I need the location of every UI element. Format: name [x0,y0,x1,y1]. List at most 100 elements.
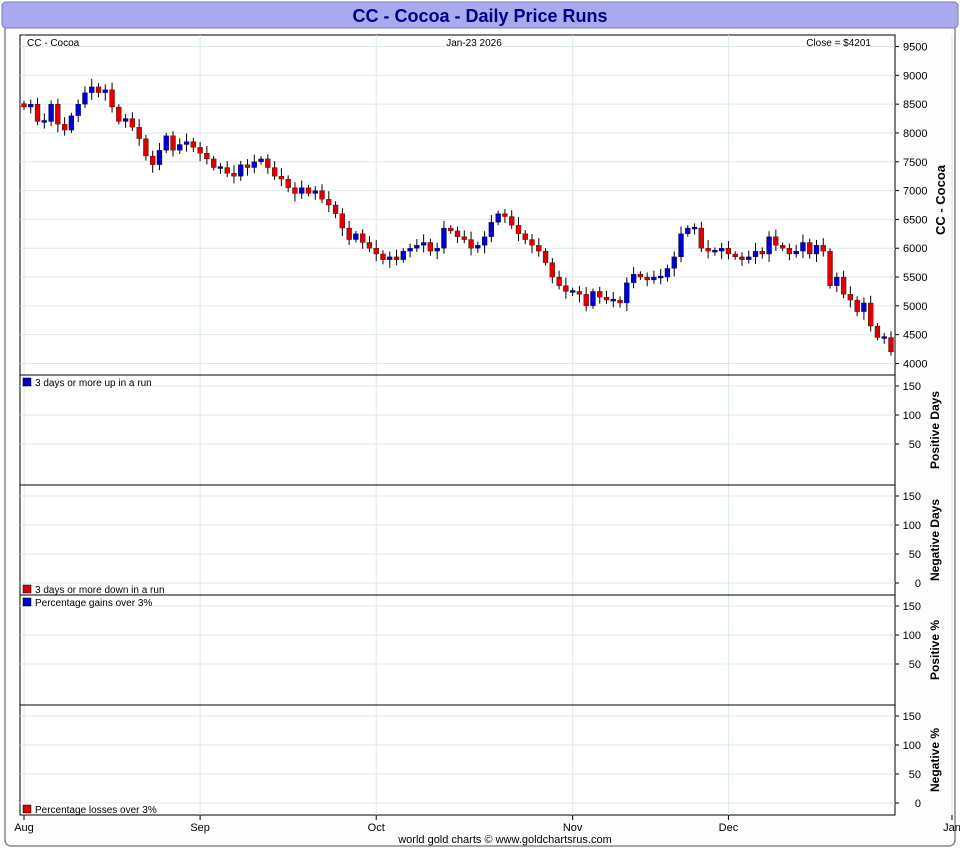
price-tick-label: 8000 [903,128,927,140]
price-tick-label: 5500 [903,272,927,284]
candle [21,103,27,108]
candle [854,299,860,312]
panel-legend-label: Percentage gains over 3% [35,598,152,609]
candle [34,104,41,122]
month-label: Sep [190,822,210,834]
candle [150,155,156,165]
panel-tick-label: 50 [909,549,921,561]
candle [305,187,312,194]
candle [89,86,95,93]
candle [502,213,508,217]
chart-frame: CC - Cocoa - Daily Price Runs CC - Cocoa… [0,0,960,850]
candle [177,144,183,151]
price-tick-label: 7000 [903,186,927,198]
candle [678,233,684,258]
candle [712,249,718,253]
legend-swatch [22,584,32,594]
candle [779,245,786,249]
candle [271,167,278,177]
candle [360,233,366,243]
candle [448,227,454,232]
candle [888,337,894,353]
month-label: Aug [14,822,34,834]
candle [122,118,129,122]
candle [28,104,34,108]
price-tick-label: 9500 [903,42,927,54]
candle [522,233,528,240]
candle [441,227,447,249]
candle [55,104,61,125]
candle [685,227,691,234]
candle [725,248,732,255]
candle [251,161,257,168]
candle [75,104,81,116]
candle [840,276,847,295]
candle [597,291,603,298]
panel-tick-label: 150 [903,491,921,503]
candle [414,245,420,249]
legend-swatch [22,597,32,607]
candle [603,297,610,301]
candle [773,236,779,246]
legend-swatch [22,804,32,814]
price-tick-label: 6000 [903,243,927,255]
candle [813,245,820,255]
candle [197,147,203,154]
candle [387,256,393,260]
candle [95,86,102,93]
chart-svg: CC - Cocoa - Daily Price Runs CC - Cocoa… [0,0,960,850]
candle [488,222,495,237]
chart-title: CC - Cocoa - Daily Price Runs [352,6,607,26]
month-label: Nov [563,822,583,834]
candle [651,276,657,281]
panel-tick-label: 100 [903,520,921,532]
candle [861,302,867,312]
candle [41,120,47,123]
candle [129,118,136,128]
candle [143,138,149,157]
candle [617,299,623,304]
candle [847,294,854,301]
legend-swatch [22,377,32,387]
candle [658,275,664,279]
candle [116,106,122,122]
panel-legend-label: Percentage losses over 3% [35,805,157,816]
candle [786,248,793,255]
candle [691,226,698,230]
candle [576,291,583,295]
panel-tick-label: 100 [903,740,921,752]
candle [881,336,887,339]
candle [217,166,224,169]
candle [664,268,671,278]
candle [481,236,488,246]
candle [800,242,806,252]
candle [719,248,725,252]
candle [211,158,217,168]
candle [420,242,427,246]
panel-tick-label: 50 [909,659,921,671]
price-tick-label: 6500 [903,214,927,226]
candle [82,92,88,105]
candle [163,135,169,151]
candle [495,213,501,223]
candle [319,190,325,200]
candle [380,253,386,260]
panel-right-label: Negative % [928,728,942,792]
candle [393,256,400,260]
candle [231,173,237,177]
candle [610,298,616,302]
panel-right-label: Positive % [928,620,942,680]
candle [732,253,738,258]
panel-tick-label: 50 [909,439,921,451]
header-symbol: CC - Cocoa [27,38,80,49]
candle [109,89,115,108]
candle [238,164,244,177]
candle [868,302,874,327]
candle [285,178,291,188]
candle [752,250,759,258]
panel-legend-label: 3 days or more down in a run [35,585,165,596]
candle [759,250,765,255]
candle [766,236,772,255]
candle [353,233,359,240]
candle [434,248,440,252]
